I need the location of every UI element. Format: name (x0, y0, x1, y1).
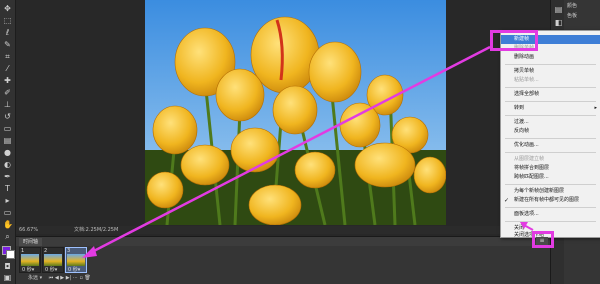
annotation-arrowhead (82, 246, 97, 258)
annotation-arrow-line (87, 45, 491, 256)
annotation-arrows (82, 45, 534, 258)
